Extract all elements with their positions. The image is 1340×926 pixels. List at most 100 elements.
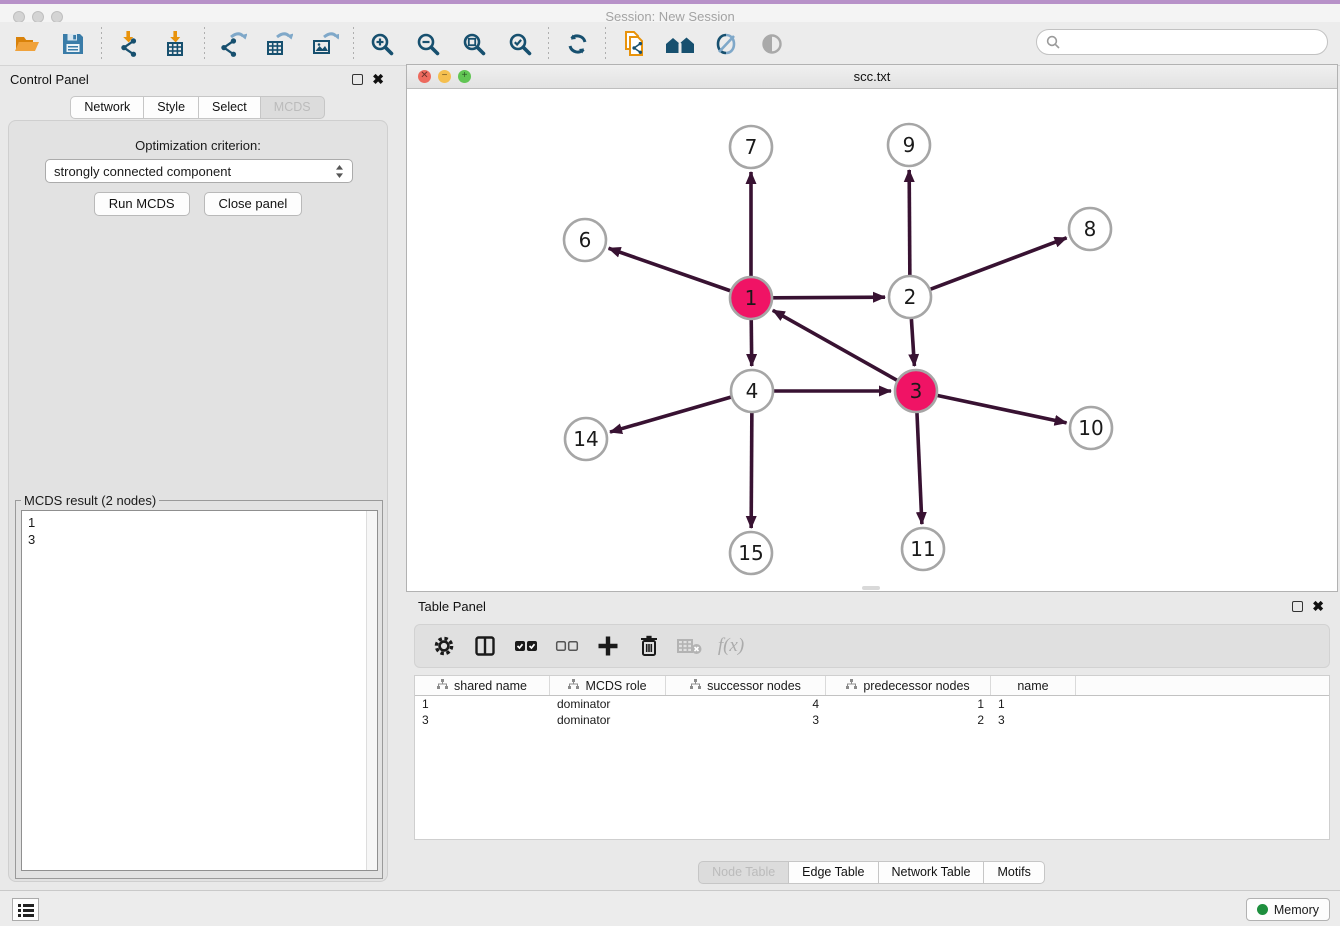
edge-4-15[interactable] bbox=[751, 413, 752, 528]
edge-2-8[interactable] bbox=[931, 238, 1067, 289]
close-table-panel-icon[interactable]: ✖ bbox=[1312, 601, 1324, 612]
edge-4-14[interactable] bbox=[610, 397, 731, 432]
table-cell[interactable]: dominator bbox=[550, 696, 666, 712]
hierarchy-icon bbox=[846, 679, 857, 693]
save-session-icon[interactable] bbox=[58, 29, 88, 59]
canvas-scroll-grip[interactable] bbox=[862, 586, 880, 590]
refresh-layout-icon[interactable] bbox=[562, 29, 592, 59]
table-cell[interactable]: 2 bbox=[826, 712, 991, 728]
table-row[interactable]: 3dominator323 bbox=[415, 712, 1329, 728]
task-history-button[interactable] bbox=[12, 898, 39, 921]
tab-motifs[interactable]: Motifs bbox=[983, 861, 1044, 884]
eye-icon[interactable] bbox=[757, 29, 787, 59]
table-cell[interactable]: dominator bbox=[550, 712, 666, 728]
edge-1-2[interactable] bbox=[773, 297, 885, 298]
network-canvas[interactable]: 7968124314101511 bbox=[407, 89, 1337, 591]
optimization-criterion-dropdown[interactable]: strongly connected component bbox=[45, 159, 353, 183]
hierarchy-icon bbox=[690, 679, 701, 693]
memory-label: Memory bbox=[1274, 903, 1319, 917]
export-image-icon[interactable] bbox=[310, 29, 340, 59]
table-cell[interactable]: 3 bbox=[415, 712, 550, 728]
zoom-selected-icon[interactable] bbox=[505, 29, 535, 59]
hierarchy-icon bbox=[568, 679, 579, 693]
mcds-result-scrollbar[interactable] bbox=[366, 511, 377, 870]
tab-style[interactable]: Style bbox=[143, 96, 199, 119]
graph-node-label-9: 9 bbox=[903, 133, 916, 157]
column-header-MCDS-role[interactable]: MCDS role bbox=[550, 676, 666, 695]
search-input[interactable] bbox=[1066, 35, 1327, 50]
close-panel-button[interactable]: Close panel bbox=[204, 192, 303, 216]
graph-node-label-8: 8 bbox=[1084, 217, 1097, 241]
dropdown-value: strongly connected component bbox=[54, 164, 231, 179]
table-cell[interactable]: 3 bbox=[991, 712, 1076, 728]
import-network-icon[interactable] bbox=[115, 29, 145, 59]
table-cell[interactable]: 1 bbox=[991, 696, 1076, 712]
column-header-shared-name[interactable]: shared name bbox=[415, 676, 550, 695]
tab-edge-table[interactable]: Edge Table bbox=[788, 861, 878, 884]
control-panel: Control Panel ✖ NetworkStyleSelectMCDS O… bbox=[0, 68, 396, 884]
memory-button[interactable]: Memory bbox=[1246, 898, 1330, 921]
clone-network-icon[interactable] bbox=[619, 29, 649, 59]
table-row[interactable]: 1dominator411 bbox=[415, 696, 1329, 712]
table-cell[interactable]: 3 bbox=[666, 712, 826, 728]
control-panel-title: Control Panel bbox=[10, 72, 89, 87]
mcds-result-title: MCDS result (2 nodes) bbox=[21, 493, 159, 508]
table-tabs: Node TableEdge TableNetwork TableMotifs bbox=[406, 861, 1338, 884]
zoom-out-icon[interactable] bbox=[413, 29, 443, 59]
tab-node-table[interactable]: Node Table bbox=[698, 861, 789, 884]
mcds-result-text[interactable]: 1 3 bbox=[21, 510, 378, 871]
toolbar-group bbox=[115, 29, 191, 59]
graph-node-label-1: 1 bbox=[745, 286, 758, 310]
export-network-icon[interactable] bbox=[218, 29, 248, 59]
toolbar-separator bbox=[101, 27, 102, 61]
edge-3-10[interactable] bbox=[938, 396, 1067, 423]
list-icon bbox=[18, 903, 34, 917]
tab-network[interactable]: Network bbox=[70, 96, 144, 119]
column-header-predecessor-nodes[interactable]: predecessor nodes bbox=[826, 676, 991, 695]
table-cell[interactable]: 1 bbox=[826, 696, 991, 712]
open-file-icon[interactable] bbox=[12, 29, 42, 59]
toolbar-separator bbox=[353, 27, 354, 61]
edge-2-3[interactable] bbox=[911, 319, 914, 366]
float-panel-icon[interactable] bbox=[352, 74, 363, 85]
close-panel-icon[interactable]: ✖ bbox=[372, 74, 384, 85]
unselect-all-icon[interactable] bbox=[554, 633, 580, 659]
tab-select[interactable]: Select bbox=[198, 96, 261, 119]
network-window-titlebar[interactable]: ✕ − + scc.txt bbox=[407, 65, 1337, 89]
zoom-fit-icon[interactable] bbox=[459, 29, 489, 59]
graph-node-label-15: 15 bbox=[738, 541, 763, 565]
toolbar-group bbox=[367, 29, 535, 59]
edge-3-1[interactable] bbox=[773, 310, 897, 380]
zoom-in-icon[interactable] bbox=[367, 29, 397, 59]
table-cell[interactable]: 4 bbox=[666, 696, 826, 712]
network-graph[interactable]: 7968124314101511 bbox=[407, 89, 1337, 591]
column-header-label: name bbox=[1017, 679, 1048, 693]
select-all-icon[interactable] bbox=[513, 633, 539, 659]
edge-2-9[interactable] bbox=[909, 170, 910, 275]
search-box[interactable] bbox=[1036, 29, 1328, 55]
show-columns-icon[interactable] bbox=[472, 633, 498, 659]
delete-column-icon[interactable] bbox=[636, 633, 662, 659]
edge-1-6[interactable] bbox=[609, 248, 731, 290]
home-layout-icon[interactable] bbox=[665, 29, 695, 59]
toolbar-separator bbox=[548, 27, 549, 61]
hierarchy-icon bbox=[437, 679, 448, 693]
table-cell[interactable]: 1 bbox=[415, 696, 550, 712]
memory-status-icon bbox=[1257, 904, 1268, 915]
mcds-panel: Optimization criterion: strongly connect… bbox=[8, 120, 388, 882]
export-table-icon[interactable] bbox=[264, 29, 294, 59]
main-toolbar bbox=[0, 22, 1340, 66]
hide-graphics-icon[interactable] bbox=[711, 29, 741, 59]
tab-mcds[interactable]: MCDS bbox=[260, 96, 325, 119]
column-header-successor-nodes[interactable]: successor nodes bbox=[666, 676, 826, 695]
tab-network-table[interactable]: Network Table bbox=[878, 861, 985, 884]
float-table-panel-icon[interactable] bbox=[1292, 601, 1303, 612]
settings-gear-icon[interactable] bbox=[431, 633, 457, 659]
network-view-window: ✕ − + scc.txt 7968124314101511 bbox=[406, 64, 1338, 592]
edge-3-11[interactable] bbox=[917, 413, 922, 524]
import-table-icon[interactable] bbox=[161, 29, 191, 59]
column-header-name[interactable]: name bbox=[991, 676, 1076, 695]
add-column-icon[interactable] bbox=[595, 633, 621, 659]
run-mcds-button[interactable]: Run MCDS bbox=[94, 192, 190, 216]
graph-node-label-14: 14 bbox=[573, 427, 598, 451]
